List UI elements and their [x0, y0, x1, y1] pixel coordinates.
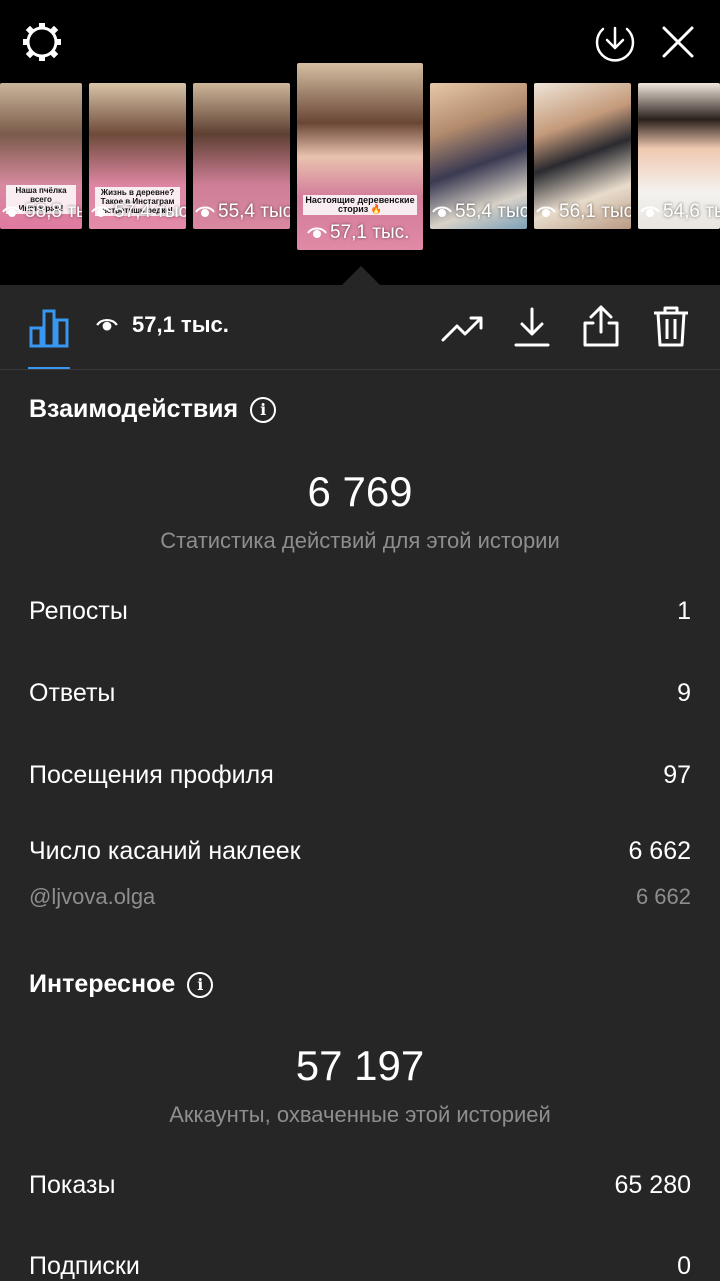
story-views: 57,4 тыс [91, 201, 186, 223]
metric-value: 6 662 [628, 837, 691, 865]
delete-button[interactable] [649, 303, 693, 349]
interactions-total: 6 769 [307, 468, 413, 515]
metric-row-shares: Репосты 1 [29, 597, 691, 626]
metric-label: Ответы [29, 679, 116, 707]
trend-icon [441, 316, 483, 342]
metric-value: 97 [663, 761, 691, 789]
metric-row-sticker-taps: Число касаний наклеек 6 662 [29, 837, 691, 866]
insights-tab[interactable] [28, 307, 70, 349]
story-thumbnail[interactable]: 55,4 тыс [430, 83, 527, 229]
story-thumbnail[interactable]: 56,1 тыс [534, 83, 631, 229]
metric-label: Показы [29, 1171, 116, 1199]
active-tab-indicator [28, 367, 70, 369]
trash-icon [654, 306, 688, 347]
metric-row-replies: Ответы 9 [29, 679, 691, 708]
eye-icon [96, 318, 118, 331]
metric-value: 1 [677, 597, 691, 625]
insights-toolbar: 57,1 тыс. [0, 285, 720, 370]
info-icon[interactable]: i [187, 971, 214, 998]
metric-label: Число касаний наклеек [29, 837, 301, 865]
story-thumbnail-selected[interactable]: Настоящие деревенские сториз 🔥 57,1 тыс. [297, 63, 423, 250]
metric-label: Репосты [29, 597, 128, 625]
views-count-label: 57,1 тыс. [132, 312, 229, 337]
views-count: 57,1 тыс. [96, 312, 229, 338]
selected-pointer [342, 266, 380, 285]
share-button[interactable] [579, 303, 623, 349]
story-views: 56,1 тыс [536, 201, 631, 223]
story-thumbnail[interactable]: 54,6 тыс [638, 83, 720, 229]
sticker-mention-value: 6 662 [635, 884, 691, 909]
sticker-mention-row[interactable]: @ljvova.olga 6 662 [29, 884, 691, 910]
interactions-subtitle: Статистика действий для этой истории [160, 528, 560, 553]
eye-icon [91, 206, 111, 217]
section-title: Интересное [29, 970, 176, 998]
promote-button[interactable] [440, 309, 486, 349]
metric-value: 65 280 [614, 1171, 691, 1199]
discovery-total: 57 197 [295, 1042, 425, 1089]
story-views: 57,1 тыс. [307, 222, 409, 244]
story-views: 55,4 тыс [195, 201, 290, 223]
metric-value: 9 [677, 679, 691, 707]
bar-chart-icon [29, 309, 69, 348]
story-thumbnail[interactable]: Жизнь в деревне? Такое в Инстаграм встре… [89, 83, 186, 229]
story-views: 58,8 тыс [2, 201, 82, 223]
eye-icon [195, 206, 215, 217]
metric-row-follows: Подписки 0 [29, 1252, 691, 1281]
download-icon [514, 307, 550, 347]
story-views: 54,6 тыс [640, 201, 720, 223]
sticker-mention-label: @ljvova.olga [29, 884, 156, 909]
section-title: Взаимодействия [29, 395, 239, 423]
metric-row-impressions: Показы 65 280 [29, 1171, 691, 1200]
metric-label: Подписки [29, 1252, 140, 1280]
eye-icon [2, 206, 22, 217]
metric-row-profile-visits: Посещения профиля 97 [29, 761, 691, 790]
eye-icon [432, 206, 452, 217]
metric-label: Посещения профиля [29, 761, 274, 789]
story-caption: Настоящие деревенские сториз 🔥 [303, 195, 417, 215]
discovery-subtitle: Аккаунты, охваченные этой историей [169, 1102, 551, 1127]
story-views: 55,4 тыс [432, 201, 527, 223]
discovery-section-title: Интересное i [29, 970, 214, 999]
eye-icon [640, 206, 660, 217]
interactions-section-title: Взаимодействия i [29, 395, 277, 424]
eye-icon [307, 227, 327, 238]
story-thumbnails: Наша пчёлка всего Инстаграм! 58,8 тыс Жи… [0, 0, 720, 285]
metric-value: 0 [677, 1252, 691, 1280]
story-thumbnail[interactable]: 55,4 тыс [193, 83, 290, 229]
story-thumbnail[interactable]: Наша пчёлка всего Инстаграм! 58,8 тыс [0, 83, 82, 229]
info-icon[interactable]: i [250, 396, 277, 423]
eye-icon [536, 206, 556, 217]
download-button[interactable] [510, 305, 554, 349]
share-icon [583, 305, 619, 347]
